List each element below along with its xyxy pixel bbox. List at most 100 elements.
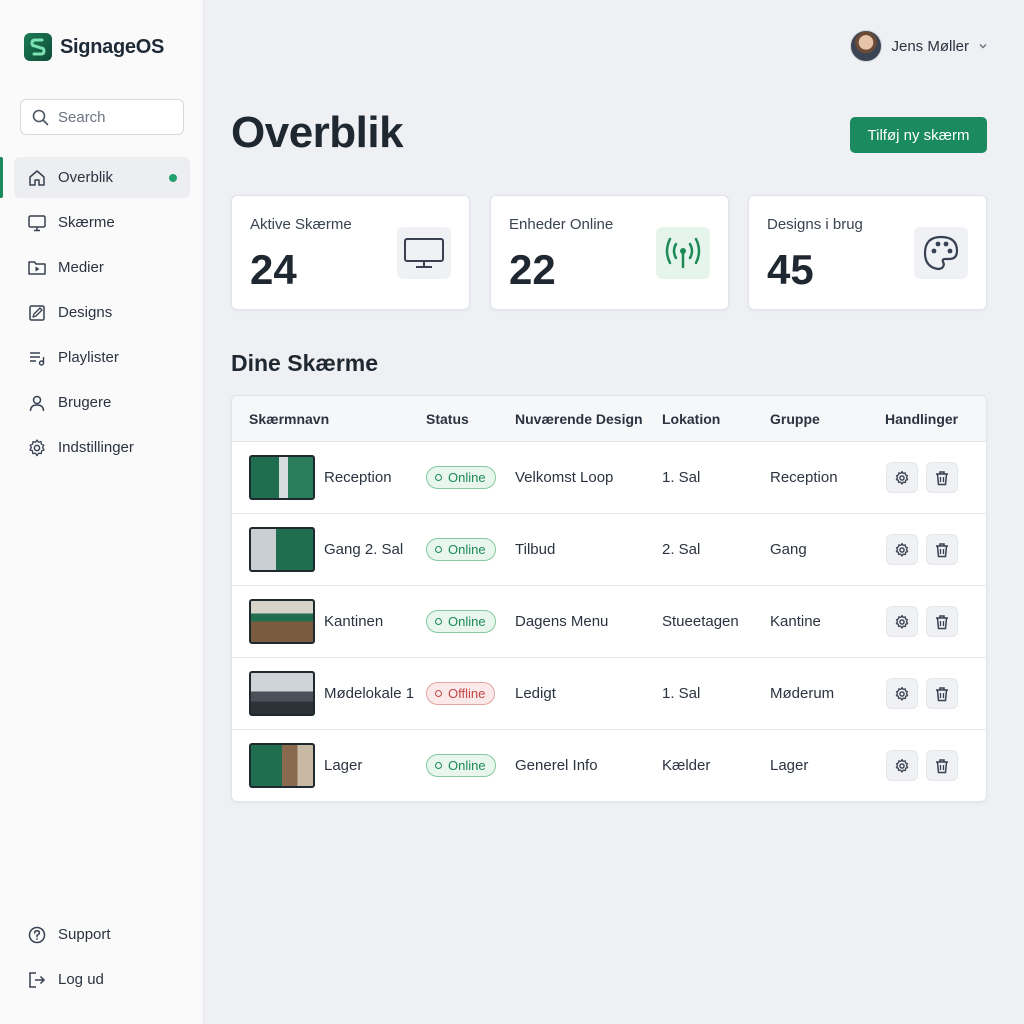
signal-broadcast-icon <box>656 227 710 279</box>
design-name: Velkomst Loop <box>515 469 614 486</box>
settings-button[interactable] <box>886 750 918 781</box>
sidebar-item-brugere[interactable]: Brugere <box>14 382 190 423</box>
screens-table: Skærmnavn Status Nuværende Design Lokati… <box>231 395 987 802</box>
screen-name: Reception <box>324 469 392 486</box>
design-name: Dagens Menu <box>515 613 609 630</box>
group: Møderum <box>770 685 835 702</box>
sidebar-item-indstillinger[interactable]: Indstillinger <box>14 427 190 468</box>
search-input[interactable] <box>58 108 168 126</box>
design-name: Ledigt <box>515 685 556 702</box>
gear-icon <box>895 542 909 557</box>
location: 1. Sal <box>662 469 701 486</box>
table-row[interactable]: Mødelokale 1 Offline Ledigt 1. Sal Møder… <box>232 658 986 730</box>
stat-value: 22 <box>509 246 556 293</box>
gear-icon <box>895 686 909 701</box>
location: 2. Sal <box>662 541 701 558</box>
status-badge: Online <box>426 754 496 777</box>
trash-icon <box>936 542 948 557</box>
trash-icon <box>936 758 948 773</box>
design-name: Tilbud <box>515 541 556 558</box>
user-menu[interactable]: Jens Møller <box>850 30 988 62</box>
status-badge: Online <box>426 610 496 633</box>
delete-button[interactable] <box>926 678 958 709</box>
active-indicator-dot <box>169 174 177 182</box>
group: Lager <box>770 757 809 774</box>
sidebar-item-playlister[interactable]: Playlister <box>14 337 190 378</box>
sidebar-item-label: Support <box>58 926 111 943</box>
sidebar-item-label: Log ud <box>58 971 104 988</box>
column-header: Skærmnavn <box>249 411 330 427</box>
sidebar-item-label: Designs <box>58 304 113 321</box>
trash-icon <box>936 614 948 629</box>
playlist-icon <box>27 348 47 368</box>
location: Stueetagen <box>662 613 739 630</box>
bottom-nav: Support Log ud <box>14 914 190 1004</box>
section-title: Dine Skærme <box>231 350 379 376</box>
page-title: Overblik <box>231 108 404 157</box>
settings-button[interactable] <box>886 606 918 637</box>
status-badge: Online <box>426 466 496 489</box>
trash-icon <box>936 686 948 701</box>
user-icon <box>27 393 47 413</box>
delete-button[interactable] <box>926 750 958 781</box>
screen-name: Gang 2. Sal <box>324 541 404 558</box>
gear-icon <box>895 758 909 773</box>
table-row[interactable]: Kantinen Online Dagens Menu Stueetagen K… <box>232 586 986 658</box>
table-header: Skærmnavn Status Nuværende Design Lokati… <box>232 396 986 442</box>
sidebar-item-label: Indstillinger <box>58 439 134 456</box>
status-ring-icon <box>435 690 442 697</box>
sidebar-item-logout[interactable]: Log ud <box>14 959 190 1000</box>
table-row[interactable]: Reception Online Velkomst Loop 1. Sal Re… <box>232 442 986 514</box>
sidebar-item-label: Playlister <box>58 349 119 366</box>
stat-label: Aktive Skærme <box>250 216 352 233</box>
sidebar: SignageOS Overblik Skærme Medier <box>0 0 204 1024</box>
group: Reception <box>770 469 838 486</box>
add-screen-button[interactable]: Tilføj ny skærm <box>850 117 987 153</box>
search-box[interactable] <box>20 99 184 135</box>
stat-label: Enheder Online <box>509 216 614 233</box>
status-ring-icon <box>435 618 442 625</box>
settings-button[interactable] <box>886 534 918 565</box>
sidebar-item-medier[interactable]: Medier <box>14 247 190 288</box>
table-row[interactable]: Lager Online Generel Info Kælder Lager <box>232 730 986 801</box>
table-row[interactable]: Gang 2. Sal Online Tilbud 2. Sal Gang <box>232 514 986 586</box>
column-header: Nuværende Design <box>515 411 643 427</box>
avatar <box>850 30 883 62</box>
settings-button[interactable] <box>886 678 918 709</box>
status-ring-icon <box>435 474 442 481</box>
chevron-down-icon <box>979 44 987 49</box>
column-header: Gruppe <box>770 411 820 427</box>
logout-icon <box>27 970 47 990</box>
delete-button[interactable] <box>926 606 958 637</box>
screen-thumbnail <box>249 671 315 716</box>
group: Gang <box>770 541 807 558</box>
delete-button[interactable] <box>926 534 958 565</box>
sidebar-item-support[interactable]: Support <box>14 914 190 955</box>
screen-thumbnail <box>249 743 315 788</box>
column-header: Status <box>426 411 469 427</box>
logo-icon <box>24 33 52 61</box>
user-name: Jens Møller <box>891 37 969 55</box>
delete-button[interactable] <box>926 462 958 493</box>
screen-thumbnail <box>249 455 315 500</box>
status-ring-icon <box>435 762 442 769</box>
location: Kælder <box>662 757 711 774</box>
monitor-icon <box>27 213 47 233</box>
sidebar-item-overblik[interactable]: Overblik <box>0 157 190 198</box>
group: Kantine <box>770 613 821 630</box>
help-icon <box>27 925 47 945</box>
sidebar-item-designs[interactable]: Designs <box>14 292 190 333</box>
logo[interactable]: SignageOS <box>24 33 164 61</box>
sidebar-item-skaerme[interactable]: Skærme <box>14 202 190 243</box>
stat-card-active-screens: Aktive Skærme 24 <box>231 195 470 310</box>
palette-icon <box>914 227 968 279</box>
column-header: Lokation <box>662 411 721 427</box>
design-edit-icon <box>27 303 47 323</box>
screen-name: Lager <box>324 757 363 774</box>
settings-button[interactable] <box>886 462 918 493</box>
sidebar-item-label: Brugere <box>58 394 112 411</box>
monitor-icon <box>397 227 451 279</box>
status-badge: Online <box>426 538 496 561</box>
status-badge: Offline <box>426 682 496 705</box>
stat-value: 45 <box>767 246 814 293</box>
